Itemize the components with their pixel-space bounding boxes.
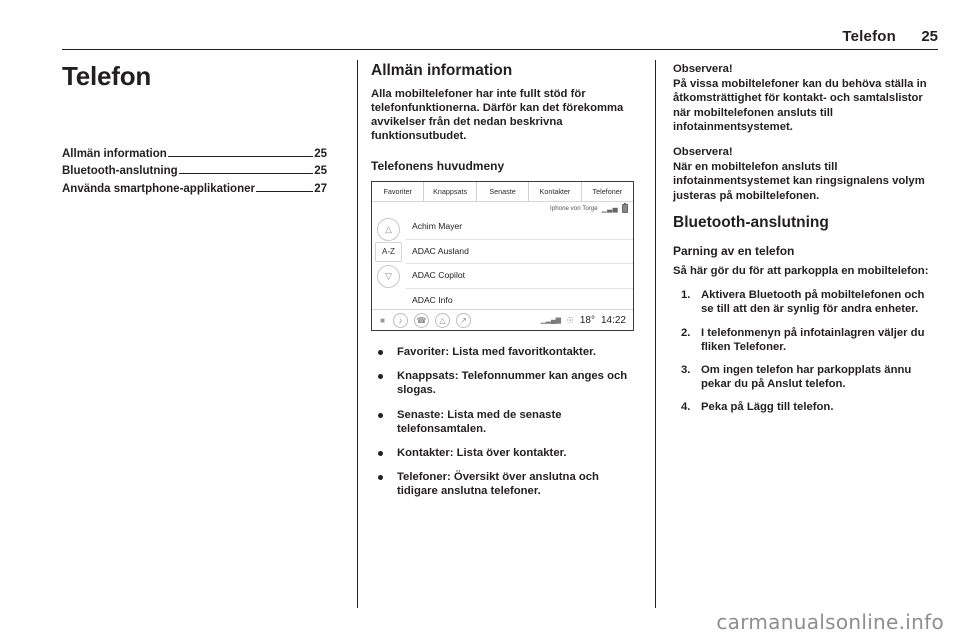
screen-tab-bar: Favoriter Knappsats Senaste Kontakter Te… — [372, 182, 633, 203]
header-divider-rule — [62, 49, 938, 51]
toc-entry-label: Använda smartphone-applikationer — [62, 182, 255, 195]
chevron-down-icon[interactable]: ▽ — [377, 265, 400, 289]
contact-list: Achim Mayer ADAC Ausland ADAC Copilot AD… — [406, 215, 633, 310]
list-item[interactable]: Achim Mayer — [406, 215, 633, 240]
list-item: Favoriter: Lista med favoritkontakter. — [371, 345, 636, 359]
toc-leader-dots — [167, 155, 314, 157]
location-pin-icon: ☉ — [566, 315, 574, 325]
chapter-title: Telefon — [62, 61, 152, 91]
tools-icon[interactable]: ↗ — [456, 312, 471, 328]
toc-entry-page: 27 — [314, 182, 327, 195]
tab-favoriter[interactable]: Favoriter — [372, 182, 425, 202]
clock: 14:22 — [600, 314, 626, 326]
subsection-heading-pairing: Parning av en telefon — [673, 243, 795, 258]
toc-entry[interactable]: Använda smartphone-applikationer 27 — [62, 182, 327, 197]
signal-bars-icon: ▁▃▅ — [601, 205, 618, 213]
note-title: Observera! — [673, 63, 733, 75]
phone-menu-bullet-list: Favoriter: Lista med favoritkontakter. K… — [371, 345, 636, 499]
toc-leader-dots — [178, 173, 314, 175]
bullet-term: Kontakter — [397, 447, 450, 460]
a-z-index-button[interactable]: A-Z — [375, 242, 402, 263]
bullet-text: : Lista med favoritkontakter. — [445, 346, 597, 359]
tab-telefoner[interactable]: Telefoner — [582, 182, 633, 201]
outside-temperature: 18° — [579, 314, 595, 326]
home-icon[interactable]: ■ — [378, 316, 387, 325]
toc-entry-label: Allmän information — [62, 147, 167, 160]
screen-status-right: ▁▂▄▆ ☉ 18° 14:22 — [541, 315, 633, 326]
bullet-text: : Lista över kontakter. — [449, 447, 567, 460]
chevron-up-icon[interactable]: △ — [377, 218, 400, 242]
toc-entry-page: 25 — [314, 147, 327, 160]
manual-page: Telefon 25 Telefon Allmän information 25… — [0, 0, 960, 642]
screen-bottom-bar: ■ ♪ ☎ △ ↗ ▁▂▄▆ ☉ 18° 14:22 — [372, 309, 633, 330]
section-heading-general-info: Allmän information — [371, 62, 513, 79]
page-header: Telefon 25 — [62, 28, 938, 52]
left-column: Telefon Allmän information 25 Bluetooth-… — [62, 62, 327, 199]
list-item: Om ingen telefon har parkopplats ännu pe… — [681, 363, 912, 391]
list-item: I telefonmenyn på infotainlagren väljer … — [681, 326, 925, 353]
tab-knappsats[interactable]: Knappsats — [424, 182, 477, 202]
bullet-term: Knappsats — [397, 370, 455, 383]
list-item[interactable]: ADAC Ausland — [406, 240, 633, 265]
music-note-icon[interactable]: ♪ — [393, 312, 408, 328]
site-watermark: carmanualsonline.info — [716, 610, 944, 634]
header-page-number: 25 — [921, 28, 938, 45]
list-item: Aktivera Bluetooth på mobiltelefonen och… — [681, 288, 925, 316]
list-item: Peka på Lägg till telefon. — [681, 400, 834, 414]
toc-entry[interactable]: Bluetooth-anslutning 25 — [62, 164, 327, 179]
screen-device-status-row: Iphone von Torge ▁▃▅ — [372, 202, 633, 215]
bullet-term: Telefoner — [397, 471, 448, 484]
pairing-steps-list: Aktivera Bluetooth på mobiltelefonen och… — [673, 288, 938, 415]
pairing-intro-paragraph: Så här gör du för att parkoppla en mobil… — [673, 265, 929, 278]
bullet-term: Favoriter — [397, 346, 446, 359]
infotainment-screenshot-figure: Favoriter Knappsats Senaste Kontakter Te… — [371, 181, 636, 332]
note-body: På vissa mobiltelefoner kan du behöva st… — [673, 78, 927, 133]
bullet-term: Senaste — [397, 408, 441, 421]
toc-leader-dots — [255, 190, 314, 192]
screen-scroll-column: △ A-Z ▽ — [372, 215, 406, 310]
reception-bars-icon: ▁▂▄▆ — [540, 317, 561, 325]
toc-entry-label: Bluetooth-anslutning — [62, 165, 178, 178]
connected-device-name: Iphone von Torge — [550, 205, 598, 213]
general-info-paragraph: Alla mobiltelefoner har inte fullt stöd … — [371, 87, 624, 143]
column-divider-left — [357, 60, 358, 608]
battery-icon — [622, 203, 628, 214]
list-item: Kontakter: Lista över kontakter. — [371, 446, 636, 460]
tab-senaste[interactable]: Senaste — [477, 182, 530, 202]
right-column: Observera! På vissa mobiltelefoner kan d… — [673, 62, 938, 424]
screen-contact-list-area: △ A-Z ▽ Achim Mayer ADAC Ausland ADAC Co… — [372, 215, 633, 310]
tab-kontakter[interactable]: Kontakter — [529, 182, 582, 202]
toc-entry-page: 25 — [314, 165, 327, 178]
note-body: När en mobiltelefon ansluts till infotai… — [673, 161, 925, 202]
note-title: Observera! — [673, 146, 733, 159]
middle-column: Allmän information Alla mobiltelefoner h… — [371, 62, 636, 509]
list-item: Knappsats: Telefonnummer kan anges och s… — [371, 369, 636, 397]
section-heading-bluetooth: Bluetooth-anslutning — [673, 213, 829, 231]
toc-entry[interactable]: Allmän information 25 — [62, 147, 327, 162]
subsection-heading-phone-main-menu: Telefonens huvudmeny — [371, 158, 505, 173]
header-chapter-title: Telefon — [842, 28, 896, 45]
navigation-arrow-icon[interactable]: △ — [435, 312, 450, 328]
list-item: Senaste: Lista med de senaste telefonsam… — [371, 408, 636, 436]
list-item: Telefoner: Översikt över anslutna och ti… — [371, 470, 636, 498]
table-of-contents: Allmän information 25 Bluetooth-anslutni… — [62, 147, 327, 197]
column-divider-right — [655, 60, 656, 608]
list-item[interactable]: ADAC Copilot — [406, 264, 633, 289]
infotainment-screen: Favoriter Knappsats Senaste Kontakter Te… — [371, 181, 634, 332]
phone-icon[interactable]: ☎ — [414, 312, 429, 328]
